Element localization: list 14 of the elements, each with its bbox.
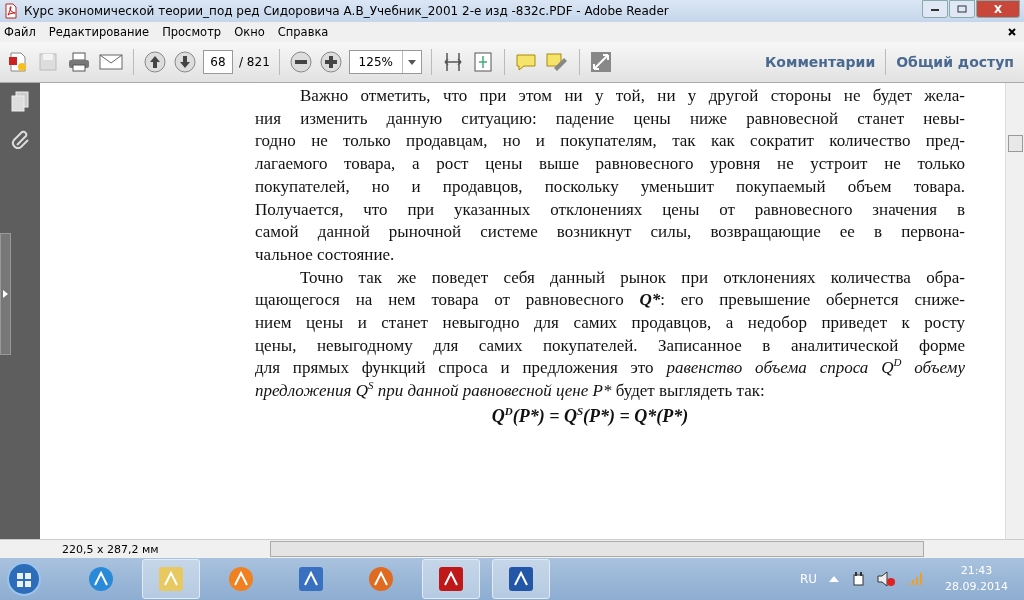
window-title: Курс экономической теории_под ред Сидоровича А.В_Учебник_2001 2-е изд -832с.PDF - Adobe Reader [24, 4, 670, 18]
menu-item[interactable]: Окно [234, 25, 265, 39]
menu-item[interactable]: Просмотр [162, 25, 222, 39]
formula: Q$^{D}$(P*) = Q$^{S}$(P*) = Q*(P*) [490, 404, 690, 428]
share-link[interactable]: Общий доступ [892, 54, 1018, 70]
comments-link[interactable]: Комментарии [760, 54, 880, 70]
menu-item[interactable]: Редактирование [48, 25, 150, 39]
zoom-dropdown[interactable]: 125% [348, 50, 422, 74]
paragraph: Точно так же поведет себя данный рынок при отклонениях количества обра- щающегося на нем товара от равновесного Q*: его превышение обернется сниже- нием цены и станет невыгодно для самих продавцов, а недобор приведет к росту цены, невыгодному для самих покупателей. Записанное в аналитической форме для прямых функций спроса и предложения это равенство объема спроса Q$^{D}$ объему предложения Q$^{S}$ при данной равновесной цене P* будет выглядеть так: [255, 266, 965, 403]
page-number-field[interactable]: 68 [203, 50, 233, 74]
menu-item[interactable]: Справка [277, 25, 329, 39]
menu-item[interactable]: Файл [4, 25, 36, 39]
paragraph: Важно отметить, что при этом ни у той, ни у другой стороны не будет жела- ния изменить данную ситуацию: падение цены ниже равновесной станет невы- годно не только продавцам, но и покупателям, так как сократит количество пред- лагаемого товара, а рост цены выше равновесного уровня не устроит не только покупателей, но и продавцов, поскольку уменьшит покупаемый объем товара. Получается, что при указанных отклонениях цены от равновесного значения в самой данной рыночной системе возникнут силы, возвращающие ее в первона- чальное состояние. [255, 85, 965, 266]
page-total: / 821 [239, 55, 270, 69]
